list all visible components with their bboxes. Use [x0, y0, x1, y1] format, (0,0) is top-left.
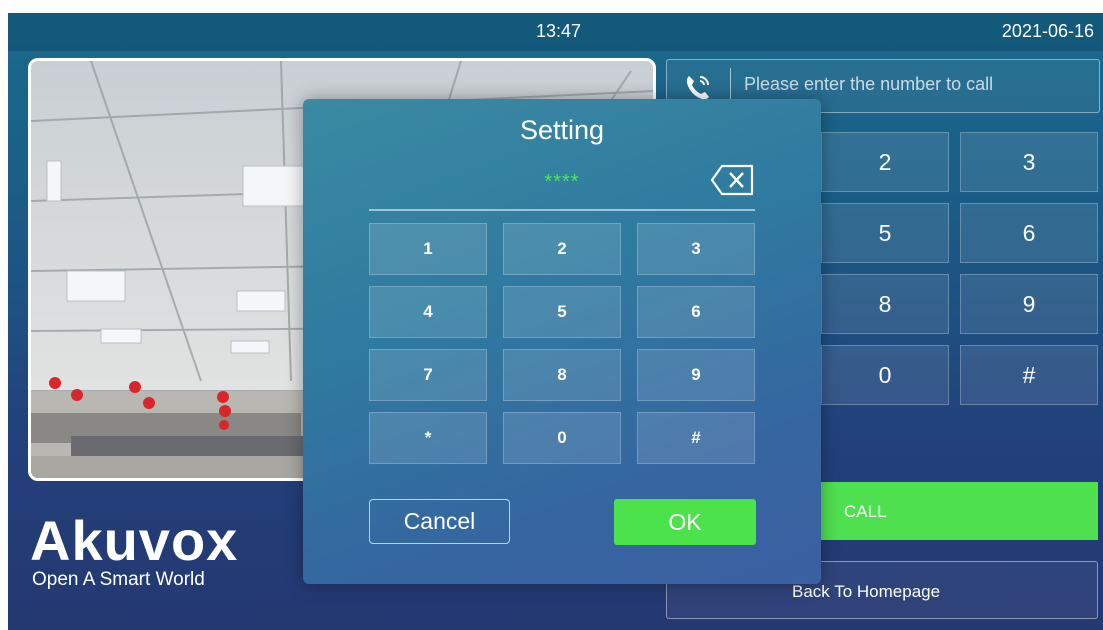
- pin-key-6[interactable]: 6: [637, 286, 755, 338]
- dialpad-key-2[interactable]: 2: [821, 132, 949, 192]
- ok-button[interactable]: OK: [614, 499, 756, 545]
- pin-key-star[interactable]: *: [369, 412, 487, 464]
- dialog-title: Setting: [519, 115, 605, 145]
- dialpad-key-6[interactable]: 6: [960, 203, 1098, 263]
- home-button-label: Back To Homepage: [792, 582, 941, 601]
- cancel-button[interactable]: Cancel: [369, 499, 510, 544]
- pin-key-0[interactable]: 0: [503, 412, 621, 464]
- status-time: 13:47: [536, 21, 582, 41]
- brand-logo: Akuvox: [30, 509, 239, 572]
- door-phone-screen: 13:47 2021-06-16 Akuvox Open A Smart Wor…: [8, 13, 1103, 630]
- backspace-icon[interactable]: [710, 163, 756, 197]
- pin-key-hash[interactable]: #: [637, 412, 755, 464]
- pin-key-3[interactable]: 3: [637, 223, 755, 275]
- status-date: 2021-06-16: [1001, 21, 1094, 41]
- dialpad-key-5[interactable]: 5: [821, 203, 949, 263]
- pin-key-9[interactable]: 9: [637, 349, 755, 401]
- dialpad-key-hash[interactable]: #: [960, 345, 1098, 405]
- pin-key-8[interactable]: 8: [503, 349, 621, 401]
- setting-dialog: Setting **** 1 2 3 4 5 6 7 8 9 * 0 # Can…: [303, 99, 821, 584]
- brand-tagline: Open A Smart World: [32, 569, 205, 590]
- pin-key-4[interactable]: 4: [369, 286, 487, 338]
- pin-key-2[interactable]: 2: [503, 223, 621, 275]
- phone-call-icon: [686, 76, 709, 100]
- pin-key-1[interactable]: 1: [369, 223, 487, 275]
- dialpad-key-3[interactable]: 3: [960, 132, 1098, 192]
- status-bar: 13:47 2021-06-16: [8, 13, 1103, 51]
- pin-key-7[interactable]: 7: [369, 349, 487, 401]
- number-placeholder: Please enter the number to call: [744, 74, 994, 94]
- call-button-label: CALL: [844, 502, 887, 521]
- dialpad-key-8[interactable]: 8: [821, 274, 949, 334]
- dialpad-key-0[interactable]: 0: [821, 345, 949, 405]
- dialpad-key-9[interactable]: 9: [960, 274, 1098, 334]
- pin-underline: [369, 209, 755, 211]
- pin-key-5[interactable]: 5: [503, 286, 621, 338]
